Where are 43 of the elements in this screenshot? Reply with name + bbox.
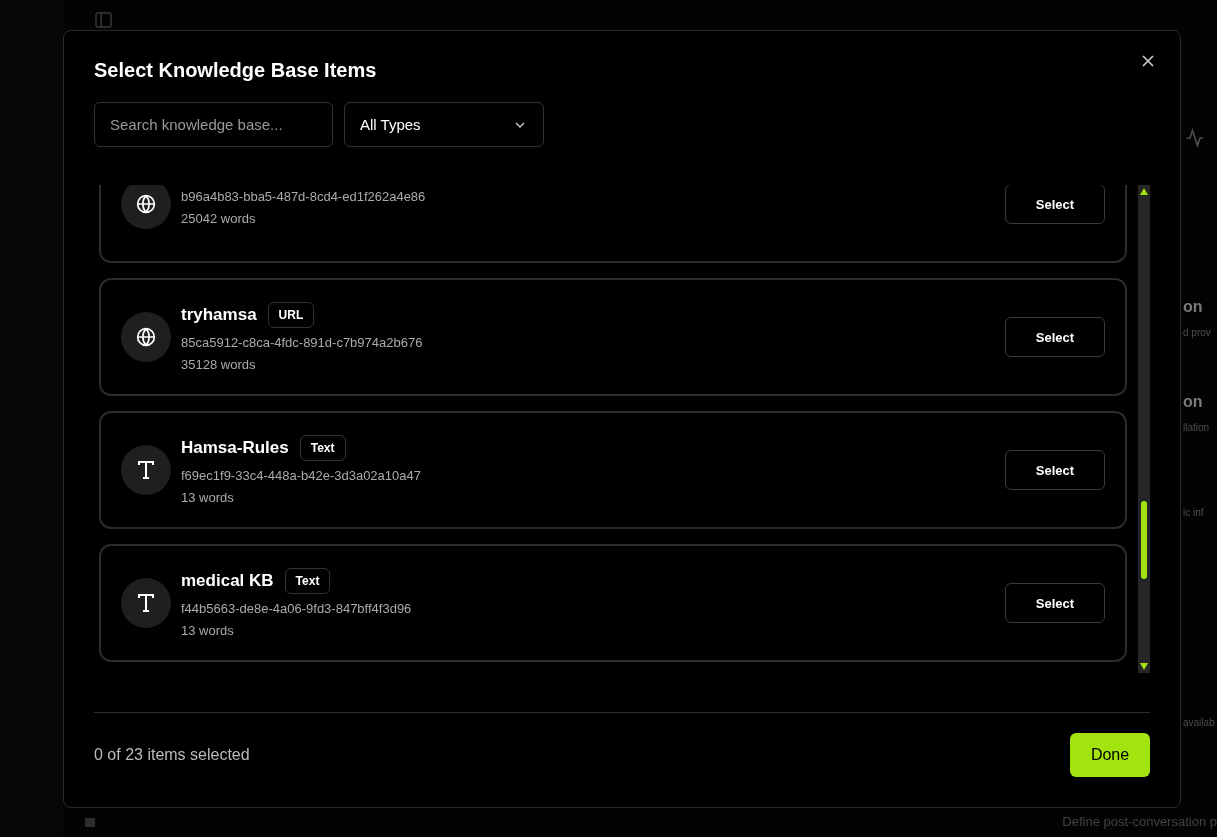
word-count: 35128 words <box>181 357 257 372</box>
section-description: ic inf <box>1183 507 1205 520</box>
dialog-title: Select Knowledge Base Items <box>94 59 377 82</box>
section-description: Define post-conversation p <box>1062 813 1217 829</box>
item-name: medical KB <box>181 571 274 591</box>
word-count: 13 words <box>181 623 235 638</box>
item-id: 85ca5912-c8ca-4fdc-891d-c7b974a2b676 <box>181 335 424 350</box>
word-count: 25042 words <box>181 211 257 226</box>
sidebar-toggle-icon[interactable] <box>95 12 112 28</box>
select-button[interactable]: Select <box>1005 317 1105 357</box>
section-title: on <box>1183 298 1204 317</box>
knowledge-item-card[interactable]: Hamsa-Rules Text f69ec1f9-33c4-448a-b42e-3d3a02a10a47 13 words Select <box>99 411 1127 529</box>
knowledge-item-card[interactable]: tryhamsa URL 85ca5912-c8ca-4fdc-891d-c7b974a2b676 35128 words Select <box>99 278 1127 396</box>
select-button[interactable]: Select <box>1005 583 1105 623</box>
type-tag: Text <box>299 435 346 461</box>
type-tag: Text <box>284 568 331 594</box>
scrollbar[interactable] <box>1138 185 1150 673</box>
item-name: tryhamsa <box>181 305 257 325</box>
search-field[interactable]: Search knowledge base... <box>94 102 333 147</box>
text-icon <box>137 460 155 480</box>
scroll-down-icon[interactable] <box>1140 663 1148 670</box>
section-title: on <box>1183 393 1204 412</box>
selection-count: 0 of 23 items selected <box>94 746 250 764</box>
item-id: b96a4b83-bba5-487d-8cd4-ed1f262a4e86 <box>181 189 427 204</box>
select-button[interactable]: Select <box>1005 450 1105 490</box>
section-description: d prov <box>1183 327 1212 340</box>
section-description: availab <box>1183 717 1216 730</box>
done-button[interactable]: Done <box>1070 733 1150 777</box>
section-description: llation <box>1183 422 1211 435</box>
text-icon <box>137 593 155 613</box>
item-id: f69ec1f9-33c4-448a-b42e-3d3a02a10a47 <box>181 468 422 483</box>
scroll-up-icon[interactable] <box>1140 188 1148 195</box>
select-button[interactable]: Select <box>1005 185 1105 224</box>
type-tag: URL <box>267 302 315 328</box>
item-id: f44b5663-de8e-4a06-9fd3-847bff4f3d96 <box>181 601 413 616</box>
type-dropdown[interactable]: All Types <box>344 102 544 147</box>
scrollbar-thumb[interactable] <box>1141 501 1147 579</box>
globe-icon <box>136 194 156 214</box>
word-count: 13 words <box>181 490 235 505</box>
knowledge-item-card[interactable]: b96a4b83-bba5-487d-8cd4-ed1f262a4e86 25042 words Select <box>99 185 1127 263</box>
item-name: Hamsa-Rules <box>181 438 289 458</box>
knowledge-item-card[interactable]: medical KB Text f44b5663-de8e-4a06-9fd3-847bff4f3d96 13 words Select <box>99 544 1127 662</box>
globe-icon <box>136 327 156 347</box>
